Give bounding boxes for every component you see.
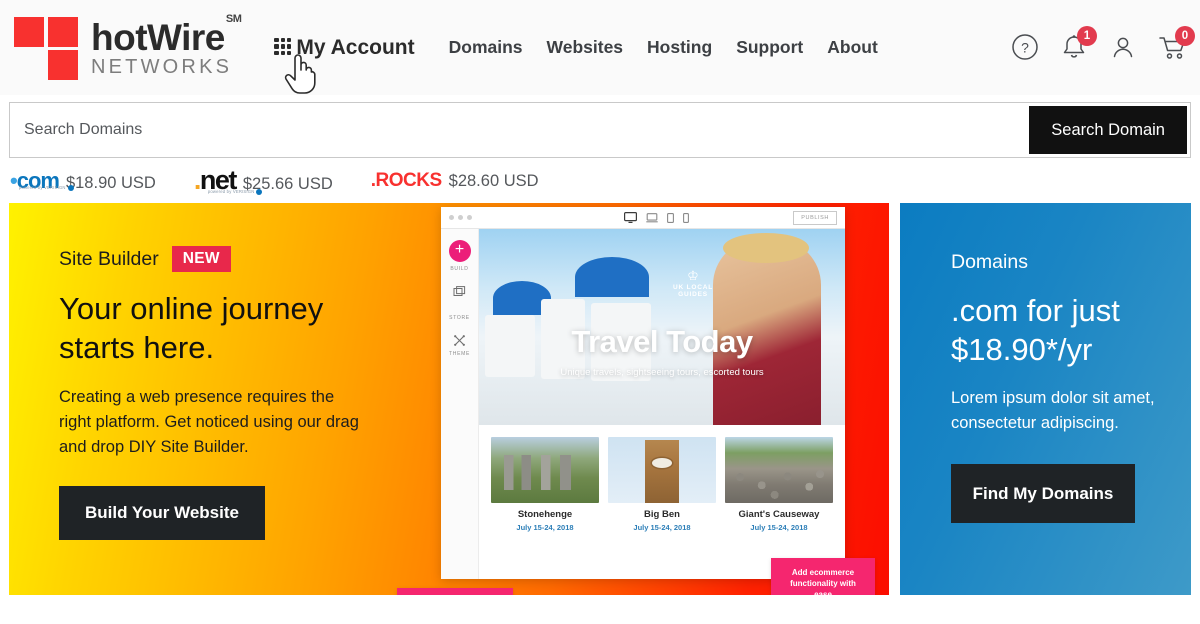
hero-heading: Your online journey starts here. — [59, 291, 324, 365]
logo-main-text: hotWire — [91, 16, 225, 58]
nav-item-hosting[interactable]: Hosting — [647, 37, 712, 58]
account-button[interactable] — [1109, 33, 1137, 63]
store-box-icon — [453, 286, 466, 296]
notification-badge: 1 — [1077, 25, 1097, 46]
main-nav: Domains Websites Hosting Support About — [449, 37, 878, 58]
help-button[interactable]: ? — [1011, 33, 1039, 63]
sidebar-label-store: STORE — [449, 315, 470, 321]
site-builder-mockup: PUBLISH + BUILD STORE THEME ♔ UK LOCAL G… — [441, 207, 845, 579]
promo-heading: .com for just $18.90*/yr — [951, 293, 1120, 368]
svg-text:?: ? — [1021, 39, 1029, 55]
card-image-stonehenge — [491, 437, 599, 503]
card-title: Giant's Causeway — [738, 509, 820, 520]
card-item[interactable]: Stonehenge July 15-24, 2018 — [491, 437, 599, 532]
tld-net[interactable]: .net powered by VERISIGN $25.66 USD — [194, 165, 333, 196]
badge-line1: UK LOCAL — [673, 284, 713, 291]
domains-promo-panel: Domains .com for just $18.90*/yr Lorem i… — [900, 203, 1191, 595]
domain-search-bar: Search Domain — [9, 102, 1191, 158]
tld-com[interactable]: •com powered by VERISIGN $18.90 USD — [10, 168, 156, 194]
logo-squares-icon — [14, 16, 82, 80]
card-item[interactable]: Big Ben July 15-24, 2018 — [608, 437, 716, 532]
laptop-icon[interactable] — [646, 212, 658, 223]
notifications-button[interactable]: 1 — [1060, 25, 1097, 63]
photo-hat — [723, 233, 809, 263]
badge-line2: GUIDES — [678, 291, 708, 298]
sidebar-item-store[interactable]: STORE — [449, 315, 470, 321]
theme-icon — [454, 335, 465, 346]
device-preview-icons — [624, 212, 689, 223]
mockup-canvas: ♔ UK LOCAL GUIDES Travel Today Unique tr… — [479, 229, 845, 579]
card-date: July 15-24, 2018 — [633, 523, 691, 532]
cart-button[interactable]: 0 — [1158, 25, 1195, 63]
card-image-giants-causeway — [725, 437, 833, 503]
sidebar-label-theme: THEME — [449, 351, 470, 357]
mockup-cards: Stonehenge July 15-24, 2018 Big Ben July… — [479, 425, 845, 532]
plus-icon: + — [448, 240, 471, 262]
my-account-label: My Account — [296, 35, 415, 59]
tld-price-strip: •com powered by VERISIGN $18.90 USD .net… — [0, 158, 1200, 203]
promo-kicker: Domains — [951, 251, 1028, 273]
site-header: hotWireSM NETWORKS My Account Domains We… — [0, 0, 1200, 95]
hero-copy: Site Builder NEW Your online journey sta… — [59, 246, 359, 540]
crown-icon: ♔ — [687, 268, 699, 283]
sidebar-label-build: BUILD — [450, 266, 469, 272]
site-builder-banner: Site Builder NEW Your online journey sta… — [9, 203, 889, 595]
hero-paragraph: Creating a web presence requires the rig… — [59, 387, 359, 456]
tld-com-price: $18.90 USD — [65, 173, 156, 192]
nav-item-about[interactable]: About — [827, 37, 878, 58]
mockup-toolbar: PUBLISH — [441, 207, 845, 229]
callout-ecommerce: Add ecommerce functionality with ease — [771, 558, 875, 595]
hero-kicker: Site Builder — [59, 247, 159, 270]
card-item[interactable]: Giant's Causeway July 15-24, 2018 — [725, 437, 833, 532]
help-circle-icon: ? — [1012, 33, 1038, 60]
search-input[interactable] — [10, 103, 1030, 157]
card-title: Big Ben — [644, 509, 680, 520]
new-badge: NEW — [171, 246, 231, 272]
callout-optimise: Optimise for all devices — [397, 588, 513, 595]
tld-rocks-price: $28.60 USD — [448, 171, 539, 190]
uk-local-guides-badge: ♔ UK LOCAL GUIDES — [665, 269, 721, 298]
tld-rocks[interactable]: .ROCKS $28.60 USD — [371, 170, 539, 192]
verisign-mark: powered by VERISIGN — [208, 189, 263, 195]
build-your-website-button[interactable]: Build Your Website — [59, 485, 265, 540]
hero-area: Site Builder NEW Your online journey sta… — [9, 203, 1191, 595]
mockup-title: Travel Today — [571, 324, 753, 359]
mockup-sidebar: + BUILD STORE THEME — [441, 229, 479, 579]
logo[interactable]: hotWireSM NETWORKS — [14, 14, 242, 80]
card-date: July 15-24, 2018 — [516, 523, 574, 532]
search-domain-button[interactable]: Search Domain — [1029, 106, 1187, 154]
grid-menu-icon — [274, 38, 292, 55]
publish-button[interactable]: PUBLISH — [793, 210, 837, 225]
header-actions: ? 1 0 — [1011, 25, 1195, 63]
cart-badge: 0 — [1175, 25, 1195, 46]
card-date: July 15-24, 2018 — [750, 523, 808, 532]
nav-item-support[interactable]: Support — [736, 37, 803, 58]
card-image-big-ben — [608, 437, 716, 503]
sidebar-item-theme[interactable]: THEME — [449, 334, 470, 357]
tablet-icon[interactable] — [667, 212, 674, 223]
logo-sm-mark: SM — [225, 13, 242, 26]
find-my-domains-button[interactable]: Find My Domains — [951, 463, 1135, 524]
mockup-subtitle: Unique travels, sightseeing tours, escor… — [560, 367, 764, 378]
my-account-button[interactable]: My Account — [274, 35, 415, 94]
person-icon — [1113, 37, 1133, 57]
verisign-mark: powered by VERISIGN — [19, 184, 74, 191]
tld-rocks-logo: .ROCKS — [370, 169, 442, 191]
phone-icon[interactable] — [683, 212, 689, 223]
promo-paragraph: Lorem ipsum dolor sit amet, consectetur … — [951, 389, 1155, 433]
mockup-hero-photo: ♔ UK LOCAL GUIDES Travel Today Unique tr… — [479, 229, 845, 425]
logo-sub-text: NETWORKS — [91, 55, 233, 78]
window-dots-icon — [449, 215, 472, 220]
nav-item-websites[interactable]: Websites — [547, 37, 624, 58]
sidebar-item-pages[interactable] — [453, 285, 466, 302]
mockup-body: + BUILD STORE THEME ♔ UK LOCAL GUIDES Tr… — [441, 229, 845, 579]
desktop-icon[interactable] — [624, 212, 637, 223]
sidebar-item-build[interactable]: + BUILD — [448, 240, 471, 272]
nav-item-domains[interactable]: Domains — [449, 37, 523, 58]
card-title: Stonehenge — [517, 509, 573, 520]
